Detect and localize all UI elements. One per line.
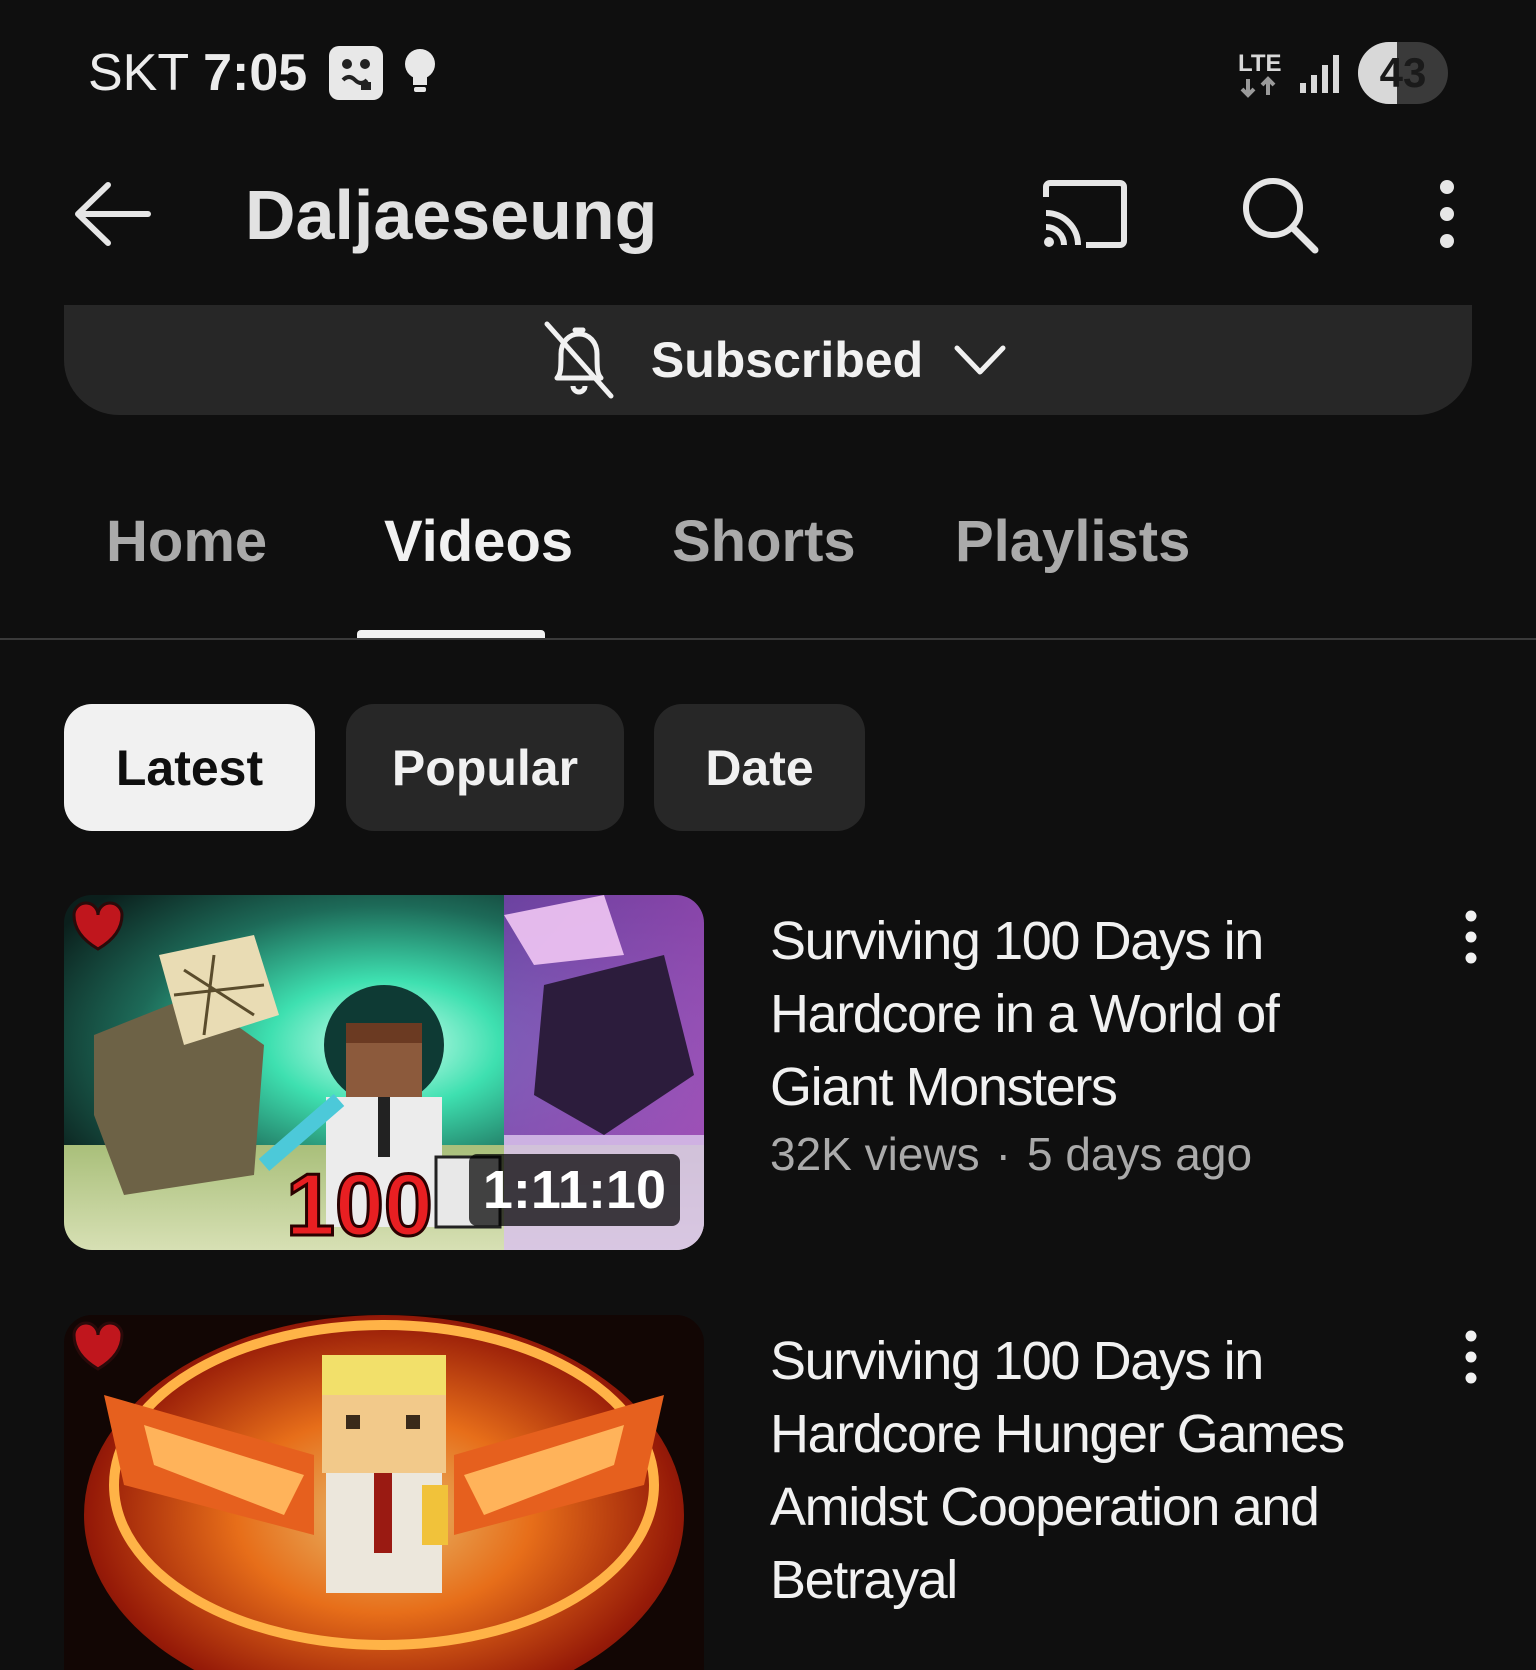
subscribed-label: Subscribed: [650, 332, 924, 388]
channel-title: Daljaeseung: [245, 176, 658, 254]
thumbnail-title-text: 100: [286, 1155, 433, 1250]
app-bar: Daljaeseung: [0, 150, 1536, 280]
video-thumbnail[interactable]: 100 1:11:10: [64, 895, 704, 1250]
clock: 7:05: [203, 44, 308, 102]
filter-chip-popular[interactable]: Popular: [346, 704, 624, 831]
video-metadata: 32K views · 5 days ago: [770, 1127, 1252, 1181]
chevron-down-icon: [954, 345, 1006, 375]
arrow-left-icon: [75, 182, 151, 246]
video-more-button[interactable]: [1446, 1325, 1496, 1389]
video-item: Surviving 100 Days in Hardcore Hunger Ga…: [0, 1315, 1536, 1670]
view-count: 32K views: [770, 1128, 980, 1180]
tab-playlists[interactable]: Playlists: [955, 508, 1190, 575]
status-right: LTE 43: [1236, 42, 1448, 104]
more-vert-icon: [1440, 180, 1454, 248]
more-options-button[interactable]: [1410, 164, 1484, 264]
tab-shorts[interactable]: Shorts: [672, 508, 856, 575]
video-thumbnail[interactable]: [64, 1315, 704, 1670]
carrier-label: SKT: [88, 44, 190, 102]
lte-icon: LTE: [1236, 45, 1284, 101]
active-tab-indicator: [357, 630, 545, 638]
channel-tabs: Home Videos Shorts Playlists: [0, 480, 1536, 640]
video-title[interactable]: Surviving 100 Days in Hardcore Hunger Ga…: [770, 1325, 1410, 1617]
subscribed-content: Subscribed: [543, 320, 1007, 400]
search-button[interactable]: [1226, 164, 1332, 264]
duration-badge: 1:11:10: [468, 1154, 680, 1226]
tab-videos[interactable]: Videos: [384, 508, 573, 575]
thumbnail-art: [64, 1315, 704, 1670]
more-vert-icon: [1465, 910, 1477, 964]
battery-indicator: 43: [1358, 42, 1448, 104]
subscribed-button[interactable]: Subscribed: [64, 305, 1472, 415]
video-more-button[interactable]: [1446, 905, 1496, 969]
filter-chip-date[interactable]: Date: [654, 704, 865, 831]
video-title[interactable]: Surviving 100 Days in Hardcore in a Worl…: [770, 905, 1410, 1124]
svg-text:LTE: LTE: [1238, 50, 1282, 77]
upload-age: 5 days ago: [1026, 1128, 1253, 1180]
status-left: SKT 7:05: [88, 38, 437, 108]
cast-icon: [1043, 180, 1127, 248]
cast-button[interactable]: [1030, 164, 1140, 264]
lightbulb-icon: [403, 47, 437, 99]
signal-icon: [1298, 51, 1342, 95]
search-icon: [1243, 178, 1319, 254]
filter-chip-latest[interactable]: Latest: [64, 704, 315, 831]
more-vert-icon: [1465, 1330, 1477, 1384]
back-button[interactable]: [62, 164, 162, 264]
battery-level: 43: [1379, 49, 1427, 96]
status-bar: SKT 7:05 LTE 43: [0, 0, 1536, 150]
meta-separator: ·: [995, 1128, 1011, 1180]
tab-home[interactable]: Home: [106, 508, 267, 575]
bell-off-icon: [544, 321, 614, 399]
app-notification-icon: [329, 46, 384, 100]
video-item: 100 1:11:10 Surviving 100 Days in Hardco…: [0, 895, 1536, 1255]
